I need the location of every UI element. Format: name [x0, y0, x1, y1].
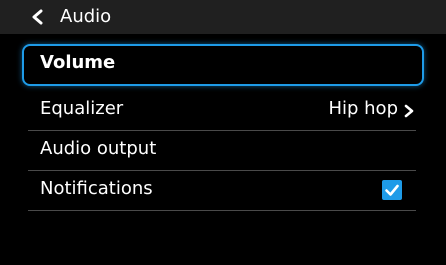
menu-item-notifications[interactable]: Notifications [22, 170, 424, 212]
menu-item-label: Equalizer [40, 98, 124, 119]
equalizer-value-text: Hip hop [328, 98, 398, 119]
page-title: Audio [60, 6, 112, 27]
check-icon [385, 184, 399, 196]
chevron-left-icon[interactable] [30, 9, 44, 25]
menu-item-label: Audio output [40, 138, 157, 159]
chevron-right-icon [404, 102, 414, 118]
menu-item-audio-output[interactable]: Audio output [22, 130, 424, 172]
divider [28, 210, 416, 211]
menu-item-equalizer[interactable]: Equalizer Hip hop [22, 90, 424, 132]
equalizer-value: Hip hop [328, 98, 414, 120]
header-bar: Audio [0, 0, 446, 34]
menu-item-label: Notifications [40, 178, 153, 199]
menu-item-volume[interactable]: Volume [22, 44, 424, 86]
menu-item-label: Volume [40, 52, 116, 73]
audio-settings-screen: Audio Volume Equalizer Hip hop Audio out… [0, 0, 446, 265]
notifications-checkbox[interactable] [382, 180, 402, 200]
